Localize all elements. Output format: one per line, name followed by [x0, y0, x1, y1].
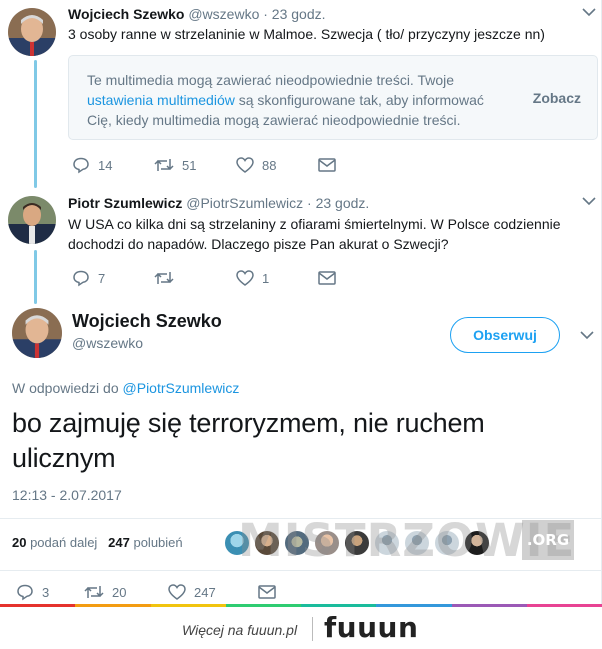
reply-button[interactable]: 3: [16, 583, 84, 601]
follow-button[interactable]: Obserwuj: [450, 317, 560, 353]
tweet-actions: 3 20 247: [16, 582, 340, 602]
author-name[interactable]: Wojciech Szewko: [68, 6, 184, 22]
author-name[interactable]: Wojciech Szewko: [72, 311, 222, 332]
color-strip-segment: [451, 604, 527, 607]
retweet-count: 20: [112, 584, 127, 600]
color-strip-segment: [150, 604, 226, 607]
thread-connector: [34, 250, 37, 304]
reply-button[interactable]: 14: [72, 156, 154, 174]
color-strip-segment: [301, 604, 377, 607]
color-strip-segment: [526, 604, 602, 607]
engagement-stats: 20 podań dalej 247 polubień: [12, 535, 183, 550]
reply-handle-link[interactable]: @PiotrSzumlewicz: [123, 380, 240, 396]
color-strip-segment: [75, 604, 151, 607]
retweet-icon: [154, 159, 174, 171]
like-button[interactable]: 247: [168, 583, 258, 601]
author-name[interactable]: Piotr Szumlewicz: [68, 195, 182, 211]
tweet-text: 3 osoby ranne w strzelaninie w Malmoe. S…: [68, 26, 545, 42]
tweet-header: Wojciech Szewko @wszewko · 23 godz.: [68, 6, 326, 22]
media-warning-line: Te multimedia mogą zawierać nieodpowiedn…: [87, 72, 455, 88]
like-button[interactable]: 88: [236, 156, 318, 174]
reply-icon: [73, 270, 89, 287]
author-handle[interactable]: @PiotrSzumlewicz: [186, 195, 303, 211]
like-count: 88: [262, 157, 277, 173]
avatar[interactable]: [8, 196, 56, 244]
tweet-text: bo zajmuję się terroryzmem, nie ruchem u…: [12, 408, 485, 473]
retweet-button[interactable]: 51: [154, 156, 236, 174]
watermark-suffix: .ORG: [522, 520, 574, 560]
like-stat-label: polubień: [129, 535, 183, 550]
author-handle[interactable]: @wszewko: [188, 6, 259, 22]
site-logo[interactable]: fuuun: [324, 611, 418, 644]
retweet-stat-count: 20: [12, 535, 27, 550]
envelope-icon: [318, 271, 336, 285]
reply-button[interactable]: 7: [72, 269, 154, 287]
chevron-down-icon[interactable]: [582, 7, 596, 17]
direct-message-button[interactable]: [318, 157, 400, 173]
retweet-icon: [84, 586, 104, 598]
like-count: 247: [194, 584, 216, 600]
avatar[interactable]: [12, 308, 62, 358]
like-stat[interactable]: 247 polubień: [108, 535, 182, 550]
tweet-timestamp[interactable]: 12:13 - 2.07.2017: [12, 487, 122, 503]
tweet-actions: 7 1: [72, 268, 400, 288]
heart-icon: [236, 270, 254, 286]
like-stat-count: 247: [108, 535, 130, 550]
like-button[interactable]: 1: [236, 269, 318, 287]
tweet-actions: 14 51 88: [72, 155, 400, 175]
tweet-header: Piotr Szumlewicz @PiotrSzumlewicz · 23 g…: [68, 195, 369, 211]
chevron-down-icon[interactable]: [582, 196, 596, 206]
tweet-text: W USA co kilka dni są strzelaniny z ofia…: [68, 216, 561, 252]
color-strip: [0, 604, 602, 607]
media-warning-text: Te multimedia mogą zawierać nieodpowiedn…: [87, 70, 507, 130]
thread-connector: [34, 60, 37, 188]
direct-message-button[interactable]: [318, 270, 400, 286]
retweet-button[interactable]: 20: [84, 583, 168, 601]
like-count: 1: [262, 270, 270, 286]
retweet-stat[interactable]: 20 podań dalej: [12, 535, 97, 550]
author-handle[interactable]: @wszewko: [72, 335, 143, 351]
reply-icon: [73, 157, 89, 174]
media-warning-line: Cię, kiedy multimedia mogą zawierać nieo…: [87, 112, 461, 128]
avatar[interactable]: [8, 8, 56, 56]
reply-icon: [17, 584, 33, 601]
reply-context: W odpowiedzi do @PiotrSzumlewicz: [12, 380, 239, 396]
footer-separator: [312, 617, 313, 641]
retweet-count: 51: [182, 157, 197, 173]
heart-icon: [168, 584, 186, 600]
color-strip-segment: [376, 604, 452, 607]
retweet-stat-label: podań dalej: [26, 535, 98, 550]
envelope-icon: [258, 585, 276, 599]
more-link[interactable]: Więcej na fuuun.pl: [182, 622, 297, 638]
direct-message-button[interactable]: [258, 584, 340, 600]
reply-count: 7: [98, 270, 106, 286]
reply-count: 3: [42, 584, 50, 600]
reply-count: 14: [98, 157, 113, 173]
show-media-button[interactable]: Zobacz: [533, 90, 581, 106]
color-strip-segment: [225, 604, 301, 607]
envelope-icon: [318, 158, 336, 172]
media-warning-line: są skonfigurowane tak, aby informować: [234, 92, 484, 108]
heart-icon: [236, 157, 254, 173]
chevron-down-icon[interactable]: [580, 330, 594, 340]
media-settings-link[interactable]: ustawienia multimediów: [87, 92, 235, 108]
tweet-time[interactable]: · 23 godz.: [307, 195, 369, 211]
color-strip-segment: [0, 604, 76, 607]
reply-prefix: W odpowiedzi do: [12, 380, 123, 396]
retweet-icon: [154, 272, 174, 284]
tweet-thread-frame: Wojciech Szewko @wszewko · 23 godz. 3 os…: [0, 0, 602, 604]
divider: [0, 570, 602, 571]
retweet-button[interactable]: [154, 269, 236, 287]
sensitive-media-warning: Te multimedia mogą zawierać nieodpowiedn…: [68, 55, 598, 140]
tweet-time[interactable]: · 23 godz.: [263, 6, 325, 22]
